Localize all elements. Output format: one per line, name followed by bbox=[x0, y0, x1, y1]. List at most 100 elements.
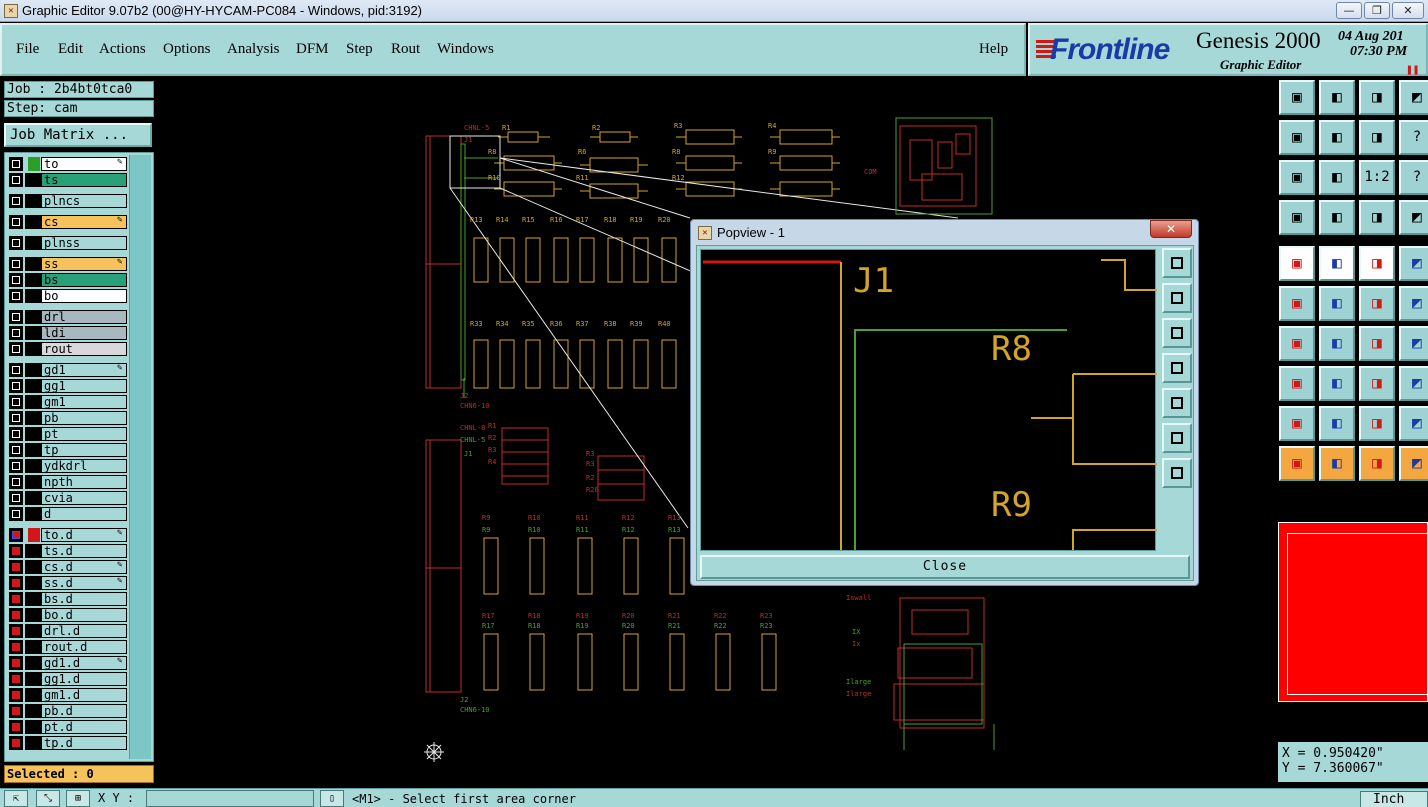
slope-icon[interactable]: ◧ bbox=[1319, 326, 1355, 361]
zoom-in-icon[interactable]: ◧ bbox=[1319, 80, 1355, 115]
layer-checkbox[interactable] bbox=[9, 379, 23, 393]
layer-color-swatch[interactable] bbox=[25, 688, 41, 702]
marker-icon[interactable]: ▣ bbox=[1279, 366, 1315, 401]
fit-icon[interactable]: ▣ bbox=[1279, 160, 1315, 195]
popview-pan-left-icon[interactable] bbox=[1162, 353, 1192, 383]
menu-step[interactable]: Step bbox=[346, 41, 373, 58]
layer-checkbox[interactable] bbox=[9, 363, 23, 377]
layer-name[interactable]: gd1 bbox=[41, 363, 127, 377]
layer-color-swatch[interactable] bbox=[25, 624, 41, 638]
layer-name[interactable]: plncs bbox=[41, 194, 127, 208]
layer-checkbox[interactable] bbox=[9, 157, 23, 171]
snap-icon[interactable]: ▣ bbox=[1279, 200, 1315, 235]
menu-help[interactable]: Help bbox=[979, 41, 1008, 58]
layer-color-swatch[interactable] bbox=[25, 576, 41, 590]
units-button[interactable]: Inch bbox=[1360, 791, 1428, 807]
menu-analysis[interactable]: Analysis bbox=[227, 41, 280, 58]
layer-checkbox[interactable] bbox=[9, 491, 23, 505]
layer-color-swatch[interactable] bbox=[25, 194, 41, 208]
job-matrix-button[interactable]: Job Matrix ... bbox=[4, 123, 152, 147]
layer-checkbox[interactable] bbox=[9, 459, 23, 473]
layer-checkbox[interactable] bbox=[9, 443, 23, 457]
minimize-button[interactable]: — bbox=[1336, 2, 1362, 19]
layer-checkbox[interactable] bbox=[9, 236, 23, 250]
layer-checkbox[interactable] bbox=[9, 576, 23, 590]
layer-name[interactable]: bo bbox=[41, 289, 127, 303]
layer-name[interactable]: cvia bbox=[41, 491, 127, 505]
layer-checkbox[interactable] bbox=[9, 608, 23, 622]
layer-name[interactable]: gg1 bbox=[41, 379, 127, 393]
layer-name[interactable]: to.d bbox=[41, 528, 127, 542]
layer-color-swatch[interactable] bbox=[25, 363, 41, 377]
layer-checkbox[interactable] bbox=[9, 544, 23, 558]
popview-pan-up-icon[interactable] bbox=[1162, 283, 1192, 313]
layer-checkbox[interactable] bbox=[9, 592, 23, 606]
layer-checkbox[interactable] bbox=[9, 640, 23, 654]
probe-icon[interactable]: ◧ bbox=[1319, 200, 1355, 235]
layer-name[interactable]: tp.d bbox=[41, 736, 127, 750]
layer-name[interactable]: gm1.d bbox=[41, 688, 127, 702]
layer-name[interactable]: pt.d bbox=[41, 720, 127, 734]
pad-icon[interactable]: ▣ bbox=[1279, 246, 1315, 281]
popview-close-button[interactable]: Close bbox=[700, 555, 1190, 579]
layer-checkbox[interactable] bbox=[9, 395, 23, 409]
menu-options[interactable]: Options bbox=[163, 41, 211, 58]
layer-checkbox[interactable] bbox=[9, 310, 23, 324]
pause-icon[interactable]: ❚❚ bbox=[1406, 63, 1419, 76]
line-red-icon[interactable]: ◧ bbox=[1319, 246, 1355, 281]
layer-color-swatch[interactable] bbox=[25, 427, 41, 441]
select-poly-icon[interactable]: ◩ bbox=[1399, 446, 1428, 481]
layer-name[interactable]: plnss bbox=[41, 236, 127, 250]
popview-close-icon[interactable]: ✕ bbox=[1150, 220, 1192, 238]
layer-checkbox[interactable] bbox=[9, 736, 23, 750]
popview-pan-down-icon[interactable] bbox=[1162, 318, 1192, 348]
graphic-canvas[interactable]: R13 R33 R14 R34 R15 R35 R16 R36 R17 R37 R18 R38 R19 R… bbox=[158, 78, 1276, 786]
select-box-icon[interactable]: ◧ bbox=[1319, 446, 1355, 481]
layer-color-swatch[interactable] bbox=[25, 342, 41, 356]
layer-color-swatch[interactable] bbox=[25, 443, 41, 457]
layer-color-swatch[interactable] bbox=[25, 608, 41, 622]
diag2-icon[interactable]: ◩ bbox=[1399, 286, 1428, 321]
layer-name[interactable]: tp bbox=[41, 443, 127, 457]
ratio-icon[interactable]: 1:2 bbox=[1359, 160, 1395, 195]
query-icon[interactable]: ? bbox=[1399, 160, 1428, 195]
triangle3-icon[interactable]: ◨ bbox=[1359, 406, 1395, 441]
menu-file[interactable]: File bbox=[16, 41, 39, 58]
popview-fit-icon[interactable] bbox=[1162, 423, 1192, 453]
menu-rout[interactable]: Rout bbox=[391, 41, 420, 58]
layer-color-swatch[interactable] bbox=[25, 507, 41, 521]
layer-name[interactable]: bo.d bbox=[41, 608, 127, 622]
layer-name[interactable]: gm1 bbox=[41, 395, 127, 409]
layer-red-icon[interactable]: ◨ bbox=[1359, 200, 1395, 235]
layer-scrollbar[interactable] bbox=[129, 155, 151, 759]
select-icon[interactable]: ▣ bbox=[1279, 446, 1315, 481]
layer-color-swatch[interactable] bbox=[25, 257, 41, 271]
shape-icon[interactable]: ◩ bbox=[1399, 366, 1428, 401]
layer-name[interactable]: pt bbox=[41, 427, 127, 441]
menu-edit[interactable]: Edit bbox=[58, 41, 83, 58]
help-icon[interactable]: ? bbox=[1399, 120, 1428, 155]
triangle4-icon[interactable]: ◩ bbox=[1399, 406, 1428, 441]
layer-checkbox[interactable] bbox=[9, 672, 23, 686]
layer-name[interactable]: npth bbox=[41, 475, 127, 489]
layer-checkbox[interactable] bbox=[9, 411, 23, 425]
segment-icon[interactable]: ◧ bbox=[1319, 366, 1355, 401]
layer-color-swatch[interactable] bbox=[25, 672, 41, 686]
dot-icon[interactable]: ◩ bbox=[1399, 246, 1428, 281]
layer-color-swatch[interactable] bbox=[25, 491, 41, 505]
layer-checkbox[interactable] bbox=[9, 688, 23, 702]
layer-color-swatch[interactable] bbox=[25, 395, 41, 409]
layer-checkbox[interactable] bbox=[9, 427, 23, 441]
pan-right-icon[interactable]: ◧ bbox=[1319, 120, 1355, 155]
layer-color-swatch[interactable] bbox=[25, 310, 41, 324]
cross-icon[interactable]: ◧ bbox=[1319, 286, 1355, 321]
layer-color-swatch[interactable] bbox=[25, 326, 41, 340]
layer-checkbox[interactable] bbox=[9, 720, 23, 734]
layer-name[interactable]: to bbox=[41, 157, 127, 171]
layer-color-swatch[interactable] bbox=[25, 236, 41, 250]
layer-name[interactable]: drl.d bbox=[41, 624, 127, 638]
layer-name[interactable]: ldi bbox=[41, 326, 127, 340]
layer-checkbox[interactable] bbox=[9, 273, 23, 287]
layer-name[interactable]: gg1.d bbox=[41, 672, 127, 686]
layer-checkbox[interactable] bbox=[9, 475, 23, 489]
